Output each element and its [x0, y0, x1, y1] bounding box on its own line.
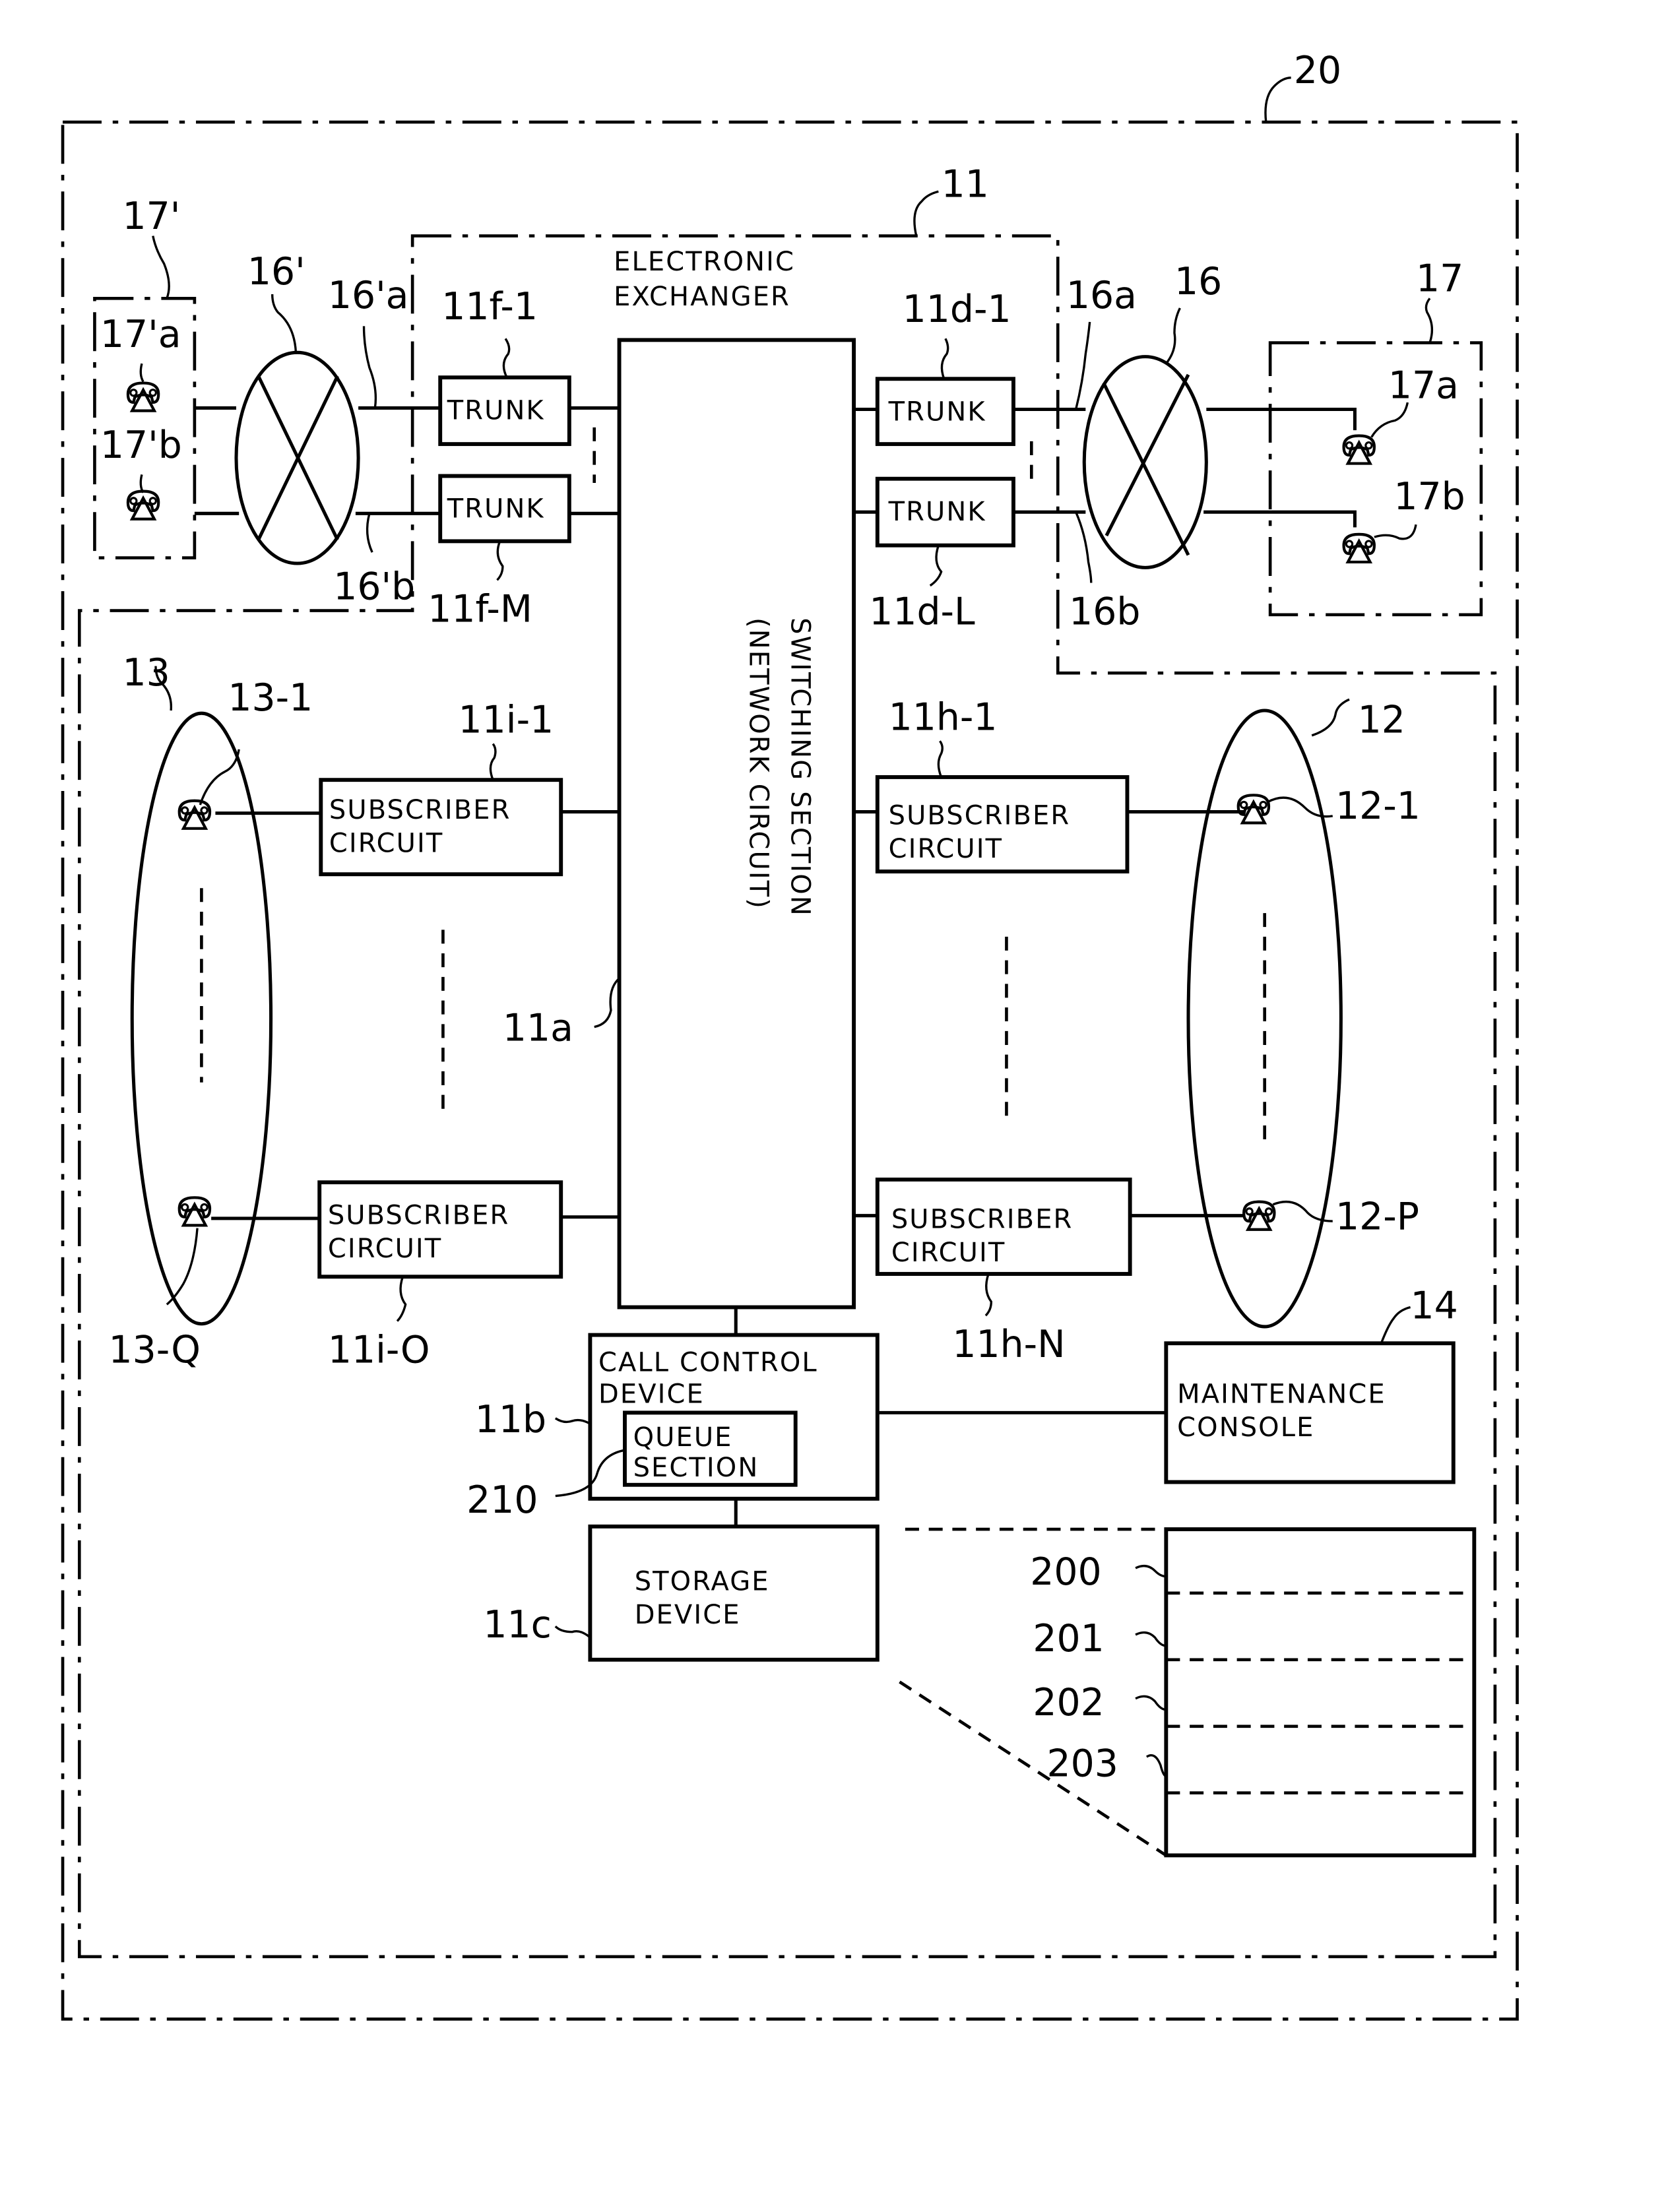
ref-16prime-b: 16'b [333, 565, 415, 609]
ref-17b: 17b [1394, 475, 1465, 519]
ref-13-Q: 13-Q [108, 1329, 201, 1372]
queue-line2: SECTION [633, 1453, 759, 1483]
ref-201: 201 [1033, 1617, 1104, 1660]
ref-16prime-a: 16'a [328, 274, 409, 317]
storage-table [1164, 1527, 1477, 1858]
ref-16: 16 [1174, 260, 1222, 303]
subscriber-circuit-11i-1-line2: CIRCUIT [329, 829, 444, 859]
ref-210: 210 [466, 1478, 538, 1522]
ref-11d-1: 11d-1 [903, 288, 1011, 331]
maintenance-line1: MAINTENANCE [1177, 1379, 1386, 1410]
link-17a [1206, 408, 1357, 431]
subscriber-circuit-11i-O-line1: SUBSCRIBER [328, 1200, 510, 1230]
ref-17: 17 [1416, 257, 1463, 301]
ref-16-a: 16a [1066, 274, 1137, 317]
telephone-icon [179, 801, 210, 829]
ref-11h-1: 11h-1 [889, 695, 998, 739]
trunk-11d-L-label: TRUNK [888, 497, 986, 527]
link-17b [1203, 510, 1357, 528]
subscriber-circuit-11h-1-line2: CIRCUIT [889, 834, 1004, 864]
telephone-icon [128, 491, 158, 519]
ref-17prime-b: 17'b [100, 424, 182, 467]
ref-202: 202 [1033, 1681, 1104, 1724]
ref-203: 203 [1046, 1742, 1118, 1785]
ref-200: 200 [1030, 1550, 1101, 1594]
call-control-line2: DEVICE [598, 1379, 705, 1410]
telephone-icon [128, 383, 158, 411]
telephone-icon [1344, 436, 1374, 464]
ref-12: 12 [1358, 699, 1405, 742]
ref-11c: 11c [483, 1603, 551, 1647]
queue-line1: QUEUE [633, 1422, 733, 1453]
call-control-line1: CALL CONTROL [598, 1347, 818, 1377]
telephone-icon [1344, 534, 1374, 562]
ref-11i-O: 11i-O [328, 1329, 430, 1372]
ref-14: 14 [1411, 1284, 1458, 1327]
patent-figure: 20 11 ELECTRONIC EXCHANGER 17' 17'a 17'b… [61, 49, 1519, 2021]
switching-label-line2: (NETWORK CIRCUIT) [743, 617, 773, 910]
maintenance-line2: CONSOLE [1177, 1412, 1314, 1443]
ref-11: 11 [942, 163, 989, 206]
ref-11d-L: 11d-L [869, 590, 975, 634]
telephone-icon [179, 1197, 210, 1225]
subscriber-circuit-11h-N-line1: SUBSCRIBER [891, 1205, 1073, 1235]
ref-11h-N: 11h-N [952, 1323, 1065, 1366]
ref-11b: 11b [475, 1398, 546, 1441]
ref-11f-M: 11f-M [428, 587, 532, 631]
trunk-11f-1-label: TRUNK [447, 395, 545, 426]
telephone-icon [1244, 1202, 1274, 1230]
subscriber-circuit-11i-O-line2: CIRCUIT [328, 1234, 443, 1264]
trunk-11f-M-label: TRUNK [447, 494, 545, 524]
ref-12-1: 12-1 [1335, 784, 1421, 828]
ref-13-1: 13-1 [228, 676, 313, 720]
telephone-icon [1238, 795, 1269, 823]
switching-section-11a [617, 338, 856, 1310]
storage-line2: DEVICE [635, 1600, 741, 1630]
ref-17prime: 17' [123, 195, 181, 238]
subscriber-circuit-11i-1 [319, 778, 563, 877]
ref-20: 20 [1294, 49, 1341, 92]
ref-16-b: 16b [1069, 590, 1140, 634]
ref-13: 13 [123, 651, 170, 695]
ref-11i-1: 11i-1 [459, 699, 554, 742]
storage-line1: STORAGE [635, 1567, 770, 1597]
ref-17a: 17a [1388, 364, 1459, 408]
ref-12-P: 12-P [1335, 1195, 1419, 1239]
exchanger-title-line1: ELECTRONIC [614, 247, 795, 277]
subscriber-circuit-11h-1-line1: SUBSCRIBER [889, 800, 1071, 831]
ref-11f-1: 11f-1 [441, 285, 538, 329]
trunk-11d-1-label: TRUNK [888, 396, 986, 427]
ref-16prime: 16' [247, 250, 305, 294]
subscriber-circuit-11h-N-line2: CIRCUIT [891, 1238, 1006, 1268]
switching-label-line1: SWITCHING SECTION [785, 617, 815, 917]
exchanger-title-line2: EXCHANGER [614, 282, 790, 312]
ref-17prime-a: 17'a [100, 313, 181, 356]
subscriber-circuit-11i-1-line1: SUBSCRIBER [329, 795, 511, 825]
ref-11a: 11a [503, 1007, 573, 1050]
